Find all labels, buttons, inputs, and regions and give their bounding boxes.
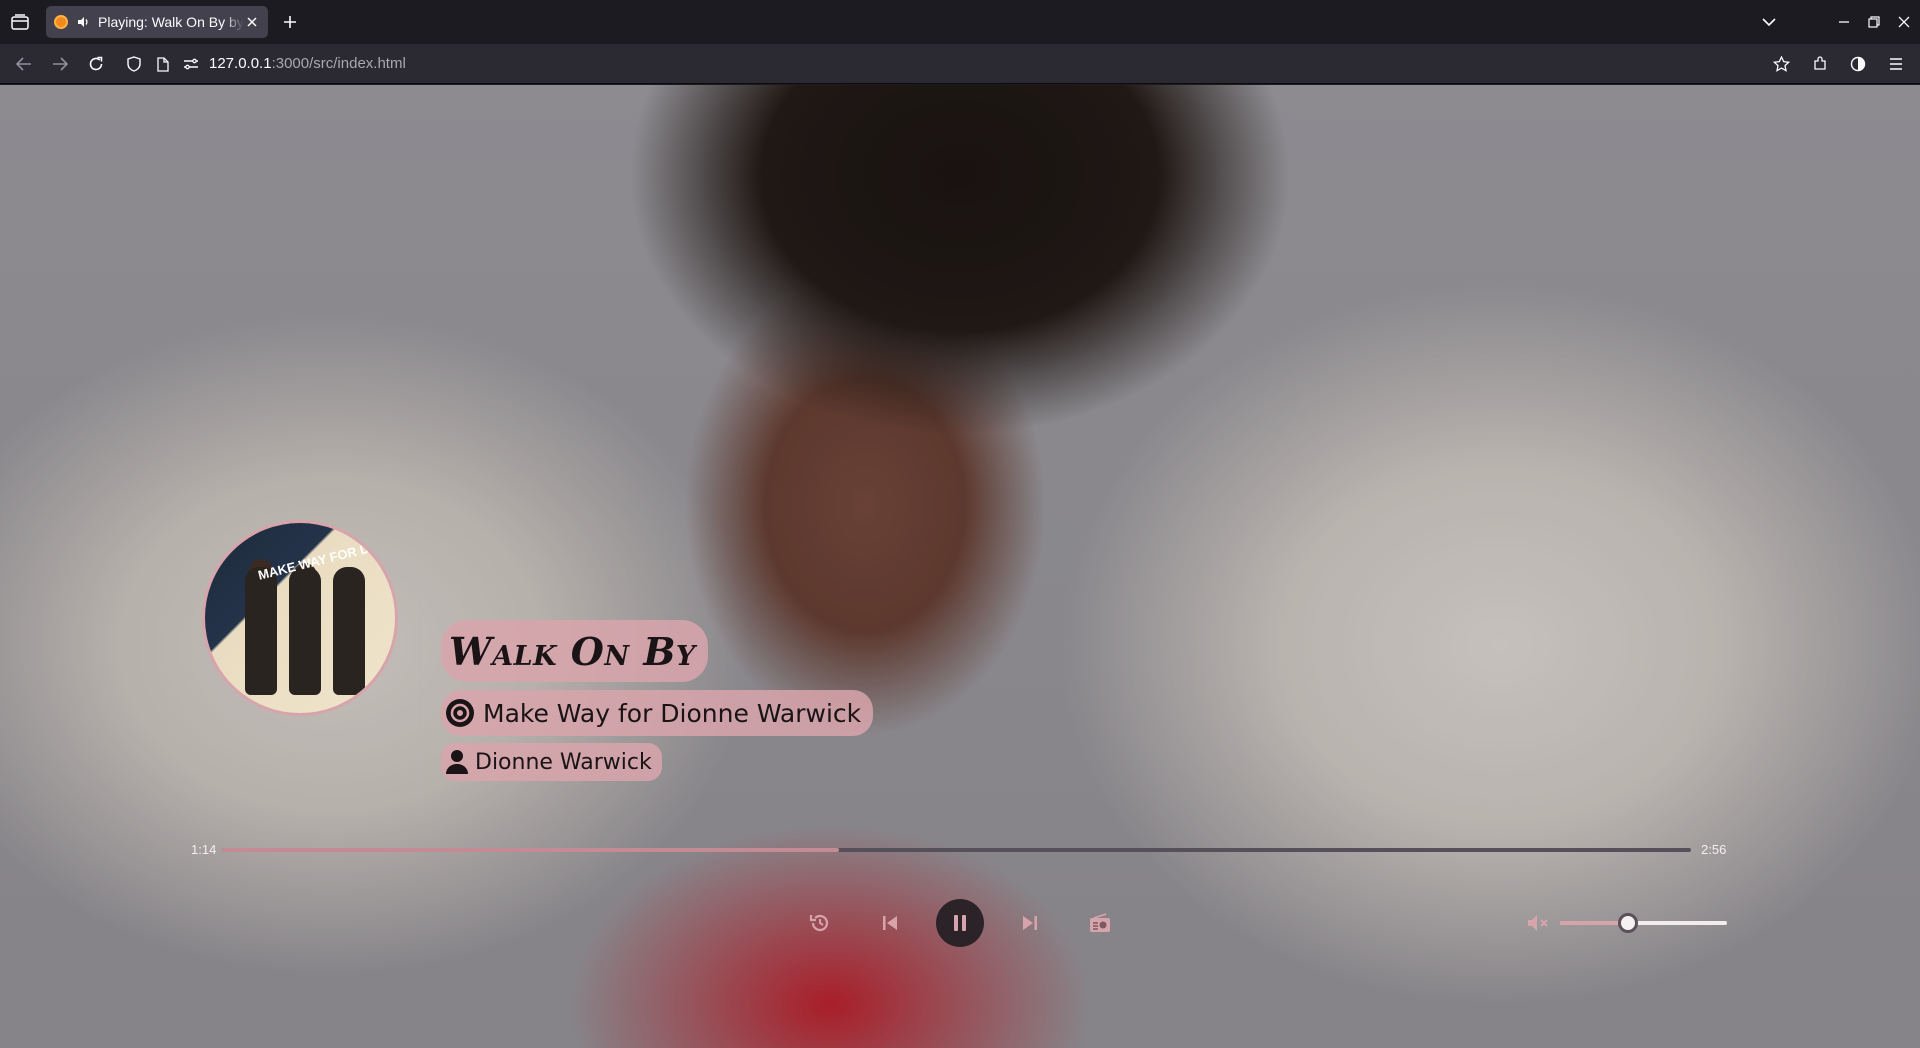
- close-icon: [247, 17, 257, 27]
- elapsed-time: 1:14: [191, 842, 217, 857]
- minimize-button[interactable]: [1832, 10, 1856, 34]
- extensions-icon: [1814, 56, 1826, 70]
- forward-icon: [53, 57, 68, 71]
- artist-icon: [446, 750, 468, 774]
- chevron-down-icon: [1762, 17, 1776, 26]
- volume-slider[interactable]: [1560, 913, 1727, 933]
- back-button[interactable]: [12, 52, 36, 76]
- plus-icon: [284, 16, 296, 28]
- close-window-icon: [1898, 16, 1910, 28]
- permissions-icon: [184, 58, 198, 70]
- page-icon: [157, 56, 169, 72]
- back-icon: [16, 57, 31, 71]
- progress-fill: [222, 848, 839, 852]
- album-badge: Make Way for Dionne Warwick: [441, 690, 874, 736]
- tab-active[interactable]: Playing: Walk On By by Dionne Warwick: [46, 6, 268, 38]
- volume-knob[interactable]: [1618, 913, 1639, 933]
- radio-button[interactable]: [1076, 899, 1124, 947]
- bookmark-button[interactable]: [1769, 52, 1793, 76]
- reload-button[interactable]: [84, 52, 108, 76]
- previous-icon: [883, 916, 897, 930]
- replay-button[interactable]: [796, 899, 844, 947]
- url-path: :3000/src/index.html: [271, 55, 406, 72]
- previous-button[interactable]: [866, 899, 914, 947]
- track-title-badge: Walk On By: [441, 620, 708, 682]
- audio-icon[interactable]: [76, 15, 90, 29]
- tracking-protection-button[interactable]: [122, 52, 146, 76]
- restore-button[interactable]: [1862, 10, 1886, 34]
- extensions-button[interactable]: [1808, 52, 1832, 76]
- track-title: Walk On By: [449, 628, 696, 674]
- pause-button[interactable]: [936, 899, 984, 947]
- app-menu-button[interactable]: [1884, 52, 1908, 76]
- new-tab-button[interactable]: [278, 10, 302, 34]
- cover-figure: [333, 567, 365, 695]
- account-icon: [1850, 56, 1866, 72]
- cover-text: MAKE WAY FOR DIONNE WARWICK: [256, 523, 398, 583]
- radio-icon: [1090, 913, 1110, 932]
- account-button[interactable]: [1846, 52, 1870, 76]
- tab-title: Playing: Walk On By by Dionne Warwick: [98, 14, 244, 30]
- navigation-toolbar: 127.0.0.1:3000/src/index.html: [0, 44, 1920, 84]
- album-cover: MAKE WAY FOR DIONNE WARWICK: [202, 520, 398, 716]
- menu-icon: [1890, 58, 1902, 70]
- minimize-icon: [1839, 21, 1849, 23]
- replay-icon: [809, 914, 829, 932]
- tabs-list-button[interactable]: [8, 10, 32, 34]
- info-divider: [420, 600, 421, 803]
- next-icon: [1023, 916, 1037, 930]
- list-all-tabs-button[interactable]: [1757, 10, 1781, 34]
- cover-figure: [245, 567, 277, 695]
- forward-button[interactable]: [48, 52, 72, 76]
- star-icon: [1772, 56, 1790, 72]
- reload-icon: [89, 56, 103, 71]
- url-host: 127.0.0.1: [209, 55, 272, 72]
- artist-name: Dionne Warwick: [475, 749, 652, 775]
- page-info-button[interactable]: [151, 52, 175, 76]
- cover-figure: [289, 567, 321, 695]
- next-button[interactable]: [1006, 899, 1054, 947]
- album-name: Make Way for Dionne Warwick: [483, 698, 862, 728]
- music-player: MAKE WAY FOR DIONNE WARWICK Walk On By M…: [0, 85, 1920, 1048]
- shield-icon: [127, 56, 141, 72]
- pause-icon: [954, 915, 966, 931]
- close-window-button[interactable]: [1892, 10, 1916, 34]
- permissions-button[interactable]: [179, 52, 203, 76]
- site-favicon: [54, 15, 68, 29]
- tab-bar: Playing: Walk On By by Dionne Warwick: [0, 0, 1920, 44]
- progress-bar[interactable]: [222, 848, 1691, 852]
- tabs-list-icon: [11, 14, 29, 30]
- tab-close-button[interactable]: [244, 14, 260, 30]
- duration-time: 2:56: [1701, 842, 1727, 857]
- url-bar[interactable]: 127.0.0.1:3000/src/index.html: [209, 55, 406, 72]
- page-viewport: MAKE WAY FOR DIONNE WARWICK Walk On By M…: [0, 85, 1920, 1048]
- volume-icon[interactable]: [1525, 911, 1549, 935]
- restore-icon: [1868, 16, 1880, 28]
- album-icon: [446, 699, 474, 727]
- artist-badge: Dionne Warwick: [441, 743, 662, 781]
